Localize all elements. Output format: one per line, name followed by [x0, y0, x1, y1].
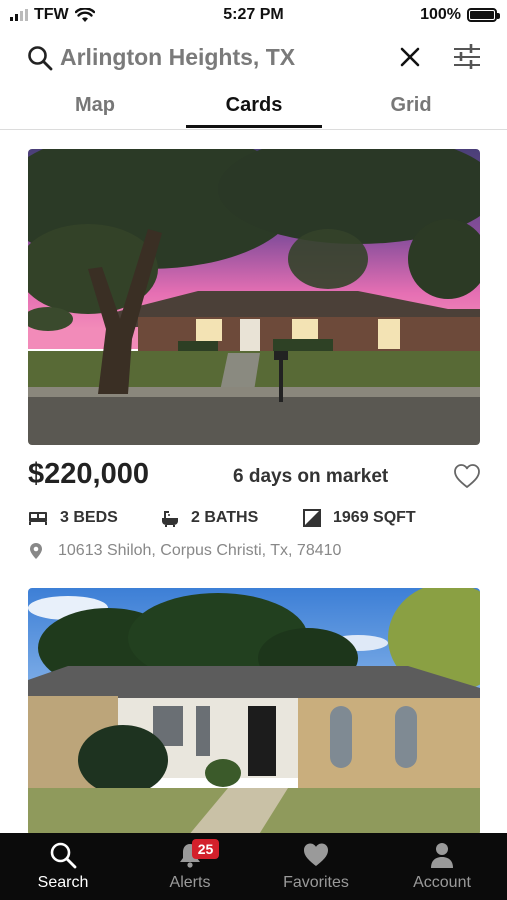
address-text: 10613 Shiloh, Corpus Christi, Tx, 78410 [58, 542, 342, 559]
close-icon[interactable] [398, 45, 422, 69]
battery-icon [467, 8, 500, 22]
tab-favorites-label: Favorites [283, 874, 349, 891]
bed-icon [29, 512, 47, 525]
status-bar: TFW 5:27 PM 100% [0, 0, 507, 30]
tab-favorites[interactable]: Favorites [253, 833, 379, 900]
search-icon [50, 842, 77, 869]
beds-label: 3 BEDS [60, 509, 118, 526]
search-icon[interactable] [27, 45, 53, 71]
view-tabs: Map Cards Grid [0, 88, 507, 130]
tab-account-label: Account [413, 874, 471, 891]
days-on-market: 6 days on market [233, 466, 389, 487]
location-pin-icon [30, 543, 42, 559]
sqft-label: 1969 SQFT [333, 509, 416, 526]
tab-alerts-label: Alerts [169, 874, 211, 891]
listing-price: $220,000 [28, 458, 149, 490]
tab-cards[interactable]: Cards [186, 94, 322, 117]
tab-alerts[interactable]: 25 Alerts [127, 833, 253, 900]
listing-photo[interactable] [28, 588, 480, 836]
baths-label: 2 BATHS [191, 509, 259, 526]
person-icon [431, 843, 453, 868]
filter-sliders-icon[interactable] [452, 42, 482, 72]
bathtub-icon [162, 511, 178, 527]
tab-search[interactable]: Search [0, 833, 126, 900]
listing-photo[interactable] [28, 149, 480, 445]
search-input[interactable]: Arlington Heights, TX [60, 44, 295, 71]
alerts-badge: 25 [192, 839, 219, 859]
tab-account[interactable]: Account [379, 833, 505, 900]
status-right: 100% [420, 6, 500, 24]
bottom-tab-bar: Search 25 Alerts Favorites Account [0, 833, 507, 900]
search-bar: Arlington Heights, TX [0, 36, 507, 80]
heart-icon [304, 843, 328, 866]
tab-map[interactable]: Map [27, 94, 163, 117]
square-footage-icon [303, 509, 321, 527]
tab-grid[interactable]: Grid [343, 94, 479, 117]
active-tab-indicator [186, 125, 322, 128]
battery-percent: 100% [420, 6, 461, 23]
tab-search-label: Search [37, 874, 89, 891]
favorite-heart-icon[interactable] [453, 463, 481, 489]
